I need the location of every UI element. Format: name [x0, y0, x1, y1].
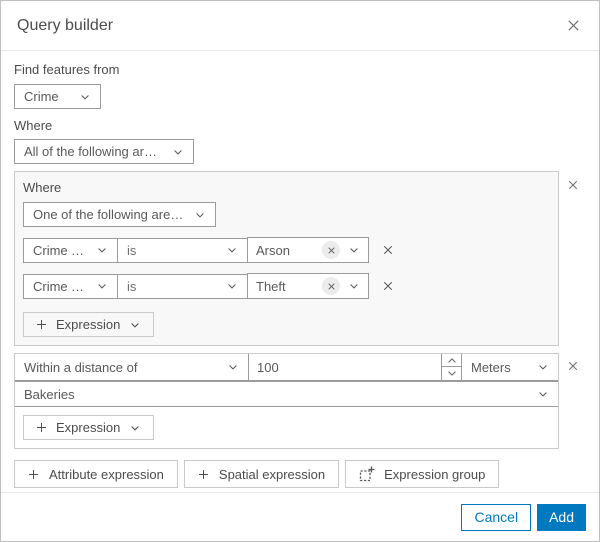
where-label: Where [14, 118, 53, 133]
value-combobox[interactable]: Arson [247, 237, 369, 263]
cancel-button[interactable]: Cancel [461, 503, 532, 531]
x-icon [327, 246, 336, 255]
field-select[interactable]: Crime Type [23, 237, 118, 263]
spatial-operator-value: Within a distance of [24, 359, 138, 375]
layer-select-value: Crime [24, 89, 59, 104]
expression-row: Crime Type is Arson [23, 237, 550, 263]
find-features-label: Find features from [14, 62, 120, 77]
add-expression-group-button[interactable]: Expression group [345, 460, 500, 488]
add-expression-label: Expression [56, 317, 121, 332]
plus-icon [36, 422, 47, 433]
chevron-down-icon [96, 280, 108, 292]
attribute-expression-label: Attribute expression [49, 466, 164, 482]
chevron-down-icon [348, 280, 360, 292]
add-button[interactable]: Add [537, 503, 586, 531]
spatial-expression-row: Within a distance of 100 Meters [15, 354, 558, 381]
add-expression-button[interactable]: Expression [23, 415, 155, 440]
caret-up-icon [447, 357, 457, 364]
dialog-header: Query builder [1, 1, 599, 51]
field-select-value: Crime Type [33, 278, 88, 294]
units-select[interactable]: Meters [461, 354, 558, 381]
chevron-down-icon [79, 91, 91, 103]
group-operator-value: One of the following are tr... [33, 207, 186, 222]
field-select[interactable]: Crime Type [23, 273, 118, 299]
chevron-down-icon [348, 244, 360, 256]
remove-group-button[interactable] [565, 177, 581, 193]
chevron-down-icon [226, 244, 238, 256]
remove-expression-button[interactable] [380, 278, 396, 294]
value-text: Theft [256, 278, 286, 294]
field-select-value: Crime Type [33, 242, 88, 258]
chevron-down-icon [172, 146, 184, 158]
x-icon [567, 179, 579, 191]
dashed-square-plus-icon [359, 466, 375, 482]
stepper-up-button[interactable] [442, 354, 461, 367]
spatial-layer-select[interactable]: Bakeries [15, 381, 558, 407]
add-expression-button[interactable]: Expression [23, 312, 155, 337]
close-button[interactable] [564, 16, 583, 35]
dialog-title: Query builder [17, 16, 114, 34]
spatial-group-panel: Within a distance of 100 Meters Bakeries… [14, 353, 559, 449]
where-operator-select[interactable]: All of the following are true [14, 139, 194, 164]
query-builder-dialog: Query builder Find features from Crime W… [0, 0, 600, 542]
expression-row: Crime Type is Theft [23, 273, 550, 299]
group-where-label: Where [23, 180, 62, 195]
operator-select-value: is [127, 242, 137, 258]
chevron-down-icon [537, 361, 549, 373]
add-expression-label: Expression [56, 420, 121, 435]
expression-group-label: Expression group [384, 466, 486, 482]
operator-select-value: is [127, 278, 137, 294]
chevron-down-icon [129, 422, 141, 434]
plus-icon [28, 469, 39, 480]
x-icon [382, 244, 394, 256]
plus-icon [198, 469, 209, 480]
stepper-down-button[interactable] [442, 367, 461, 380]
value-text: Arson [256, 242, 290, 258]
chevron-down-icon [226, 280, 238, 292]
chevron-down-icon [227, 361, 239, 373]
dialog-body: Find features from Crime Where All of th… [1, 51, 599, 492]
caret-down-icon [447, 370, 457, 377]
spatial-operator-select[interactable]: Within a distance of [15, 354, 249, 381]
chevron-down-icon [194, 209, 206, 221]
value-combobox[interactable]: Theft [247, 273, 369, 299]
clear-value-button[interactable] [322, 277, 340, 295]
add-attribute-expression-button[interactable]: Attribute expression [14, 460, 178, 488]
close-icon [566, 18, 581, 33]
expression-actions: Attribute expression Spatial expression … [14, 460, 586, 488]
dialog-footer: Cancel Add [1, 492, 599, 541]
x-icon [567, 360, 579, 372]
distance-stepper [441, 354, 461, 380]
units-select-value: Meters [471, 359, 511, 375]
x-icon [382, 280, 394, 292]
chevron-down-icon [537, 388, 549, 400]
attribute-expression-group: Where One of the following are tr... Cri… [14, 171, 586, 346]
chevron-down-icon [129, 319, 141, 331]
layer-select[interactable]: Crime [14, 84, 101, 109]
distance-input[interactable] [249, 354, 441, 380]
x-icon [327, 282, 336, 291]
spatial-layer-value: Bakeries [24, 386, 75, 402]
spatial-expression-group: Within a distance of 100 Meters Bakeries… [14, 353, 586, 449]
attribute-group-panel: Where One of the following are tr... Cri… [14, 171, 559, 346]
clear-value-button[interactable] [322, 241, 340, 259]
group-operator-select[interactable]: One of the following are tr... [23, 202, 216, 227]
chevron-down-icon [96, 244, 108, 256]
remove-expression-button[interactable] [380, 242, 396, 258]
operator-select[interactable]: is [117, 273, 248, 299]
plus-icon [36, 319, 47, 330]
where-operator-value: All of the following are true [24, 144, 164, 159]
spatial-expression-label: Spatial expression [218, 466, 326, 482]
distance-input-wrap [248, 354, 462, 381]
add-spatial-expression-button[interactable]: Spatial expression [183, 460, 340, 488]
operator-select[interactable]: is [117, 237, 248, 263]
remove-group-button[interactable] [565, 358, 581, 374]
